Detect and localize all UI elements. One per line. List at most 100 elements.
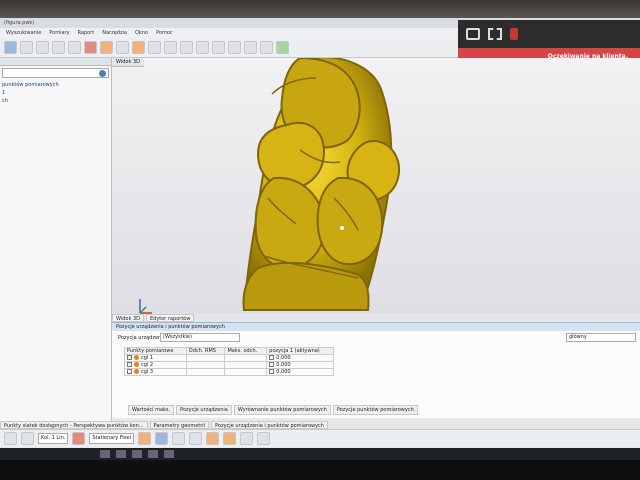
table-icon[interactable] [244, 41, 257, 54]
row-rms [185, 368, 226, 376]
measure-icon[interactable] [155, 432, 168, 445]
point-icon [134, 369, 139, 374]
hand-icon[interactable] [148, 41, 161, 54]
statue-3d-model[interactable] [112, 58, 640, 338]
taskbar-app-icon[interactable] [132, 450, 142, 458]
tab-alignment[interactable]: Wyrównanie punktów pomiarowych [233, 405, 331, 415]
row-value: 0.000 [276, 362, 291, 368]
tab-point-positions[interactable]: Pozycje punktów pomiarowych [332, 405, 418, 415]
hand-icon[interactable] [189, 432, 202, 445]
row-name: cgl 2 [141, 362, 154, 368]
zoom-icon[interactable] [180, 41, 193, 54]
menu-narzedzia[interactable]: Narzędzia [102, 30, 127, 36]
camera-icon[interactable] [260, 41, 273, 54]
compass-icon[interactable] [212, 41, 225, 54]
row-value: 0.000 [276, 355, 291, 361]
refresh-icon[interactable] [21, 432, 34, 445]
menu-pomiary[interactable]: Pomiary [49, 30, 69, 36]
menu-pomoc[interactable]: Pomoc [156, 30, 173, 36]
table-row[interactable]: cgl 3 0.000 [124, 368, 334, 376]
tab-edytor-raportow[interactable]: Edytor raportów [145, 314, 195, 322]
scan-icon[interactable] [206, 432, 219, 445]
value-checkbox[interactable] [269, 362, 275, 367]
row-max [224, 354, 268, 362]
network-icon[interactable] [488, 28, 502, 40]
tab-device-positions[interactable]: Pozycje urządzenia [176, 405, 232, 415]
measure-icon[interactable] [100, 41, 113, 54]
row-name: cgl 1 [141, 355, 154, 361]
device-icon[interactable] [510, 28, 518, 40]
tool-icon[interactable] [164, 41, 177, 54]
taskbar-app-icon[interactable] [164, 450, 174, 458]
tab-max-values[interactable]: Wartości maks. [128, 405, 175, 415]
bottom-toolbar: Kol. 1 Lin. Stationary Fixel [0, 429, 640, 447]
monitor-icon[interactable] [466, 28, 480, 40]
column-max-dev: Maks. odch. [224, 347, 268, 355]
grid-icon[interactable] [68, 41, 81, 54]
table-row[interactable]: cgl 1 0.000 [124, 354, 334, 362]
page-tab-2[interactable]: Parametry geometrii [149, 421, 210, 429]
cube-icon[interactable] [116, 41, 129, 54]
new-project-icon[interactable] [4, 41, 17, 54]
row-value-cell: 0.000 [266, 361, 334, 369]
viewport-3d[interactable]: Widok 3D [112, 58, 640, 338]
column-position-1: pozycja 1 (aktywna) [266, 347, 334, 355]
menu-raport[interactable]: Raport [78, 30, 95, 36]
measurement-points-table: Punkty pomiarowe Odch. RMS Maks. odch. p… [124, 347, 334, 376]
compass-icon[interactable] [257, 432, 270, 445]
row-checkbox[interactable] [127, 369, 132, 374]
window-title: (figura.pwk) [4, 20, 35, 26]
screen: (figura.pwk) Wyszukiwanie Pomiary Raport… [0, 18, 640, 460]
measurement-panel-title: Pozycje urządzenia i punktów pomiarowych [112, 323, 640, 331]
probe-icon[interactable] [52, 41, 65, 54]
tab-widok-3d[interactable]: Widok 3D [112, 314, 144, 322]
probe-icon[interactable] [72, 432, 86, 445]
robot-icon[interactable] [223, 432, 236, 445]
bottom-left-select[interactable]: Kol. 1 Lin. [38, 433, 69, 444]
page-tab-3[interactable]: Pozycje urządzenia i punktów pomiarowych [211, 421, 328, 429]
ruler-icon[interactable] [196, 41, 209, 54]
left-panel-search[interactable] [2, 68, 109, 78]
row-name-cell: cgl 2 [124, 361, 187, 369]
position-selector-label: Pozycja urządzenia [118, 335, 166, 341]
row-value-cell: 0.000 [266, 368, 334, 376]
row-checkbox[interactable] [127, 362, 132, 367]
os-taskbar [0, 448, 640, 460]
point-icon [134, 355, 139, 360]
main-selector[interactable]: główny [566, 333, 636, 342]
row-name-cell: cgl 1 [124, 354, 187, 362]
taskbar-app-icon[interactable] [116, 450, 126, 458]
tool-icon[interactable] [138, 432, 151, 445]
play-icon[interactable] [276, 41, 289, 54]
probe-head-icon[interactable] [240, 432, 253, 445]
row-checkbox[interactable] [127, 355, 132, 360]
tree-item-ch[interactable]: ch [0, 96, 111, 104]
search-icon[interactable] [99, 70, 106, 77]
value-checkbox[interactable] [269, 355, 275, 360]
tree-item-measure-points[interactable]: punktów pomiarowych [0, 80, 111, 88]
left-panel: punktów pomiarowych 1 ch [0, 58, 112, 428]
shield-icon[interactable] [84, 41, 97, 54]
open-icon[interactable] [20, 41, 33, 54]
value-checkbox[interactable] [269, 369, 275, 374]
position-selector[interactable]: (Wszystkie) [160, 333, 240, 342]
document-icon[interactable] [228, 41, 241, 54]
column-points: Punkty pomiarowe [124, 347, 187, 355]
windows-start-icon[interactable] [100, 450, 110, 458]
monitor-icon[interactable] [4, 432, 17, 445]
taskbar-app-icon[interactable] [148, 450, 158, 458]
bottom-right-select[interactable]: Stationary Fixel [89, 433, 134, 444]
scan-icon[interactable] [132, 41, 145, 54]
save-icon[interactable] [36, 41, 49, 54]
menu-okno[interactable]: Okno [135, 30, 148, 36]
row-name-cell: cgl 3 [124, 368, 187, 376]
stop-icon[interactable] [172, 432, 185, 445]
page-tab-1[interactable]: Punkty siatek dostępnych - Perspektywa p… [0, 421, 148, 429]
table-header-row: Punkty pomiarowe Odch. RMS Maks. odch. p… [124, 347, 334, 355]
menu-bar: Wyszukiwanie Pomiary Raport Narzędzia Ok… [0, 28, 460, 38]
monitor-bezel-bottom [0, 460, 640, 480]
menu-wyszukiwanie[interactable]: Wyszukiwanie [6, 30, 41, 36]
table-row[interactable]: cgl 2 0.000 [124, 361, 334, 369]
monitor-bezel-top [0, 0, 640, 18]
tree-item-1[interactable]: 1 [0, 88, 111, 96]
